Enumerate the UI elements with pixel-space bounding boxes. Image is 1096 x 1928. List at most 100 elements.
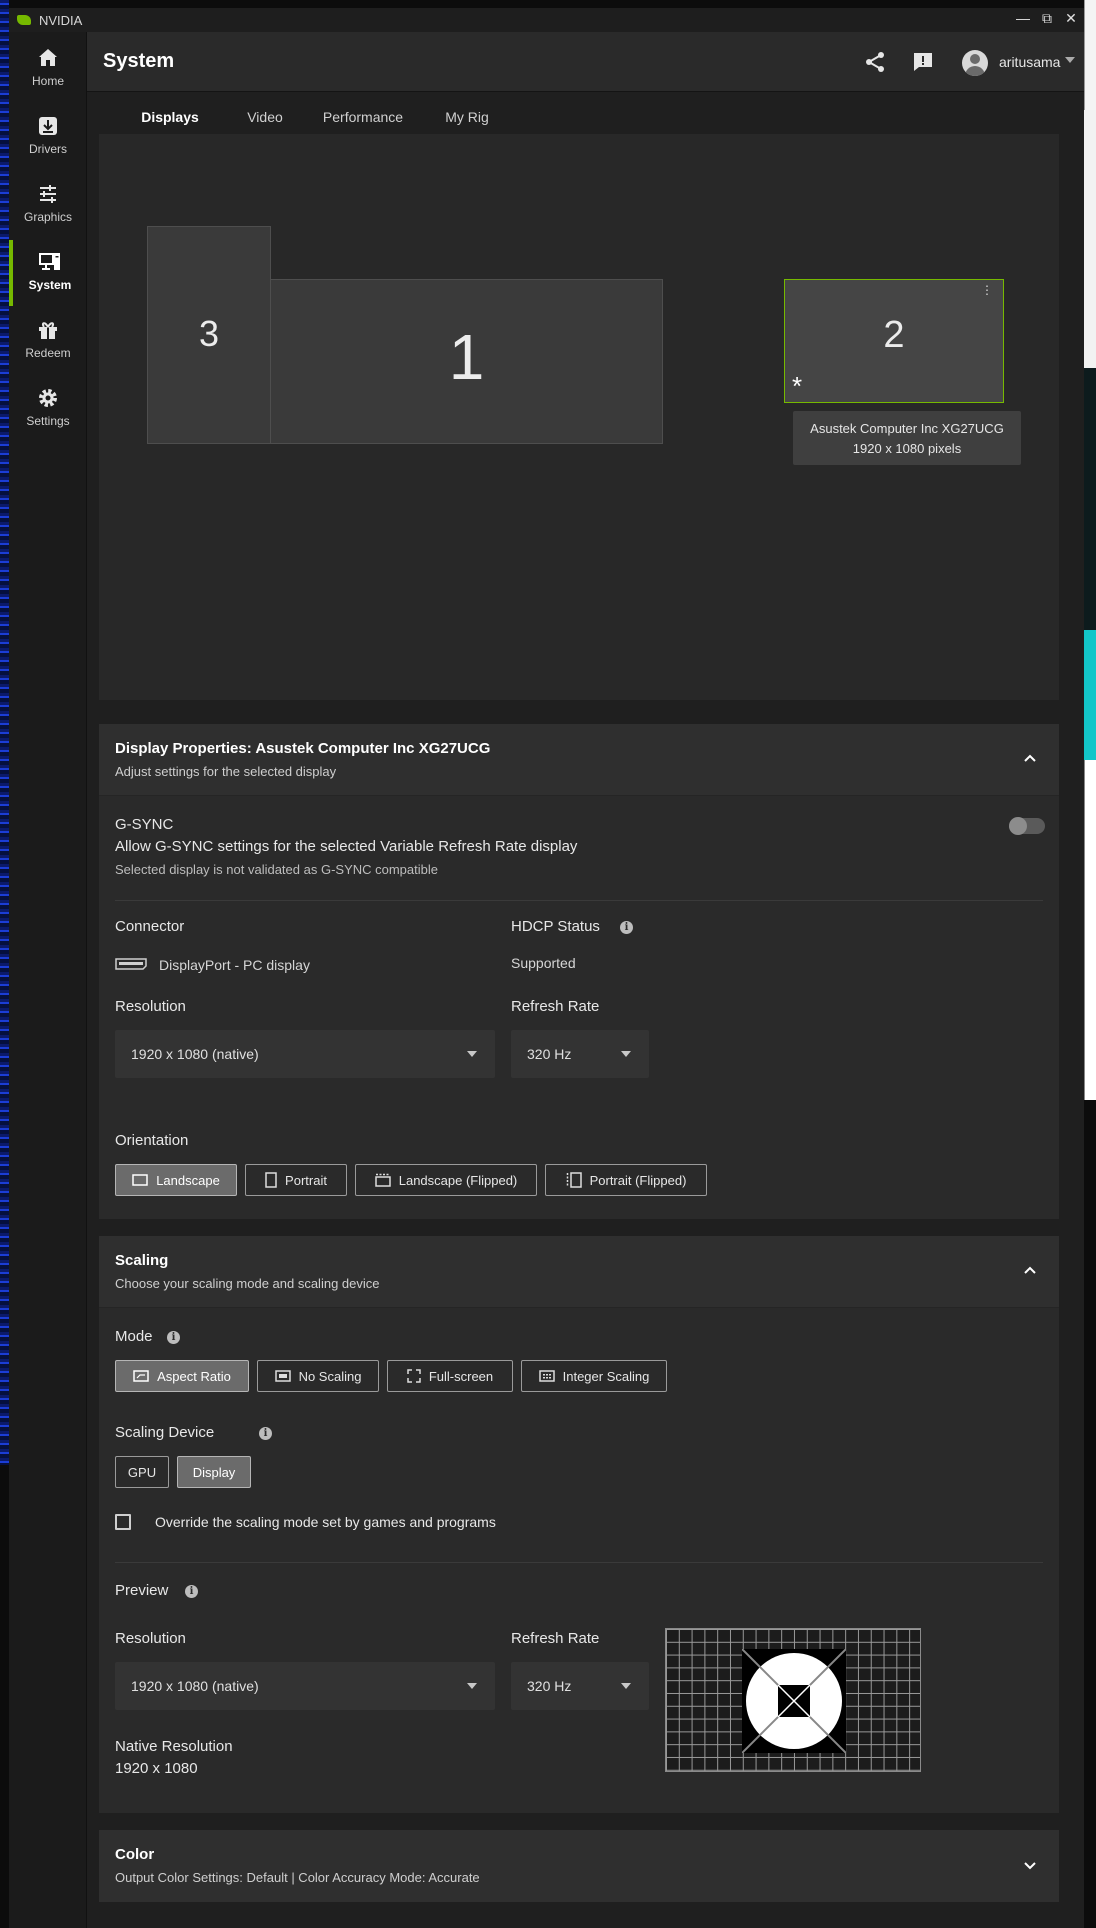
chevron-down-icon[interactable] [1023,1858,1037,1872]
sidebar-item-system[interactable]: System [9,240,87,306]
title-bar[interactable]: NVIDIA — ⧉ ✕ [9,8,1084,32]
scaling-section: Scaling Choose your scaling mode and sca… [99,1236,1059,1813]
monitor-number: 3 [198,313,220,354]
button-label: Full-screen [428,1368,494,1384]
refresh-rate-selected: 320 Hz [527,1046,572,1062]
refresh-rate-dropdown[interactable]: 320 Hz [511,1030,649,1078]
section-subtitle: Choose your scaling mode and scaling dev… [115,1276,380,1291]
mode-integer-scaling-button[interactable]: Integer Scaling [521,1360,667,1392]
resolution-selected: 1920 x 1080 (native) [131,1046,259,1062]
override-scaling-label[interactable]: Override the scaling mode set by games a… [155,1514,496,1530]
info-icon[interactable]: i [620,921,633,934]
button-label: Integer Scaling [562,1368,650,1384]
gear-icon [39,389,57,407]
sidebar-item-graphics[interactable]: Graphics [9,172,87,238]
preview-refresh-label: Refresh Rate [511,1630,600,1647]
username[interactable]: aritusama [999,54,1060,70]
sidebar-item-label: Drivers [29,142,67,156]
avatar[interactable] [962,50,988,76]
home-icon [39,49,57,66]
scaling-device-label: Scaling Device [115,1424,215,1441]
button-label: Portrait (Flipped) [589,1172,687,1188]
info-icon[interactable]: i [185,1585,198,1598]
hdcp-value: Supported [511,955,576,971]
connector-label: Connector [115,918,185,935]
mode-label: Mode [115,1328,153,1345]
preview-resolution-label: Resolution [115,1630,186,1647]
orientation-portrait-button[interactable]: Portrait [245,1164,347,1196]
monitor-3[interactable]: 3 [147,226,271,444]
preview-refresh-dropdown[interactable]: 320 Hz [511,1662,649,1710]
feedback-icon[interactable] [911,50,935,74]
orientation-portrait-flipped-button[interactable]: Portrait (Flipped) [545,1164,707,1196]
integer-scaling-icon [538,1370,555,1382]
orientation-landscape-button[interactable]: Landscape [115,1164,237,1196]
resolution-dropdown[interactable]: 1920 x 1080 (native) [115,1030,495,1078]
device-gpu-button[interactable]: GPU [115,1456,169,1488]
displayport-icon [115,958,147,970]
main-content: 3 1 2 ⋮ * Asustek Computer Inc XG27UCG 1… [87,134,1084,1920]
gsync-toggle[interactable] [1009,817,1045,835]
override-scaling-checkbox[interactable] [115,1514,131,1530]
section-title: Display Properties: Asustek Computer Inc… [115,740,491,757]
section-subtitle: Output Color Settings: Default | Color A… [115,1870,480,1885]
sidebar-item-label: System [28,278,72,292]
display-properties-header[interactable]: Display Properties: Asustek Computer Inc… [99,724,1059,796]
chevron-down-icon[interactable] [1065,57,1075,63]
desktop-background-right [1084,0,1096,1928]
page-header: System aritusama [87,32,1084,92]
mode-aspect-ratio-button[interactable]: Aspect Ratio [115,1360,249,1392]
sidebar-item-label: Settings [26,414,70,428]
connector-value: DisplayPort - PC display [159,957,310,973]
share-icon[interactable] [863,50,887,74]
restore-button[interactable]: ⧉ [1035,10,1059,27]
display-properties-section: Display Properties: Asustek Computer Inc… [99,724,1059,1219]
sidebar-item-settings[interactable]: Settings [9,376,87,442]
sidebar-item-home[interactable]: Home [9,36,87,102]
hdcp-label: HDCP Status [511,918,600,935]
mode-full-screen-button[interactable]: Full-screen [387,1360,513,1392]
monitor-2[interactable]: 2 ⋮ * [784,279,1004,403]
native-resolution-label: Native Resolution [115,1738,233,1755]
sidebar-item-label: Graphics [23,210,73,224]
more-options-icon[interactable]: ⋮ [981,284,993,296]
nvidia-app-window: NVIDIA — ⧉ ✕ Home Drivers Graphics Syste… [9,8,1084,1928]
button-label: Aspect Ratio [157,1368,231,1384]
monitor-1[interactable]: 1 [270,279,663,444]
landscape-flipped-icon [374,1173,391,1187]
close-button[interactable]: ✕ [1059,10,1083,27]
test-pattern-graphic [742,1649,846,1753]
sidebar-item-redeem[interactable]: Redeem [9,308,87,374]
gift-icon [39,322,57,339]
color-header[interactable]: Color Output Color Settings: Default | C… [99,1830,1059,1902]
orientation-landscape-flipped-button[interactable]: Landscape (Flipped) [355,1164,537,1196]
divider [115,1562,1043,1563]
preview-resolution-selected: 1920 x 1080 (native) [131,1678,259,1694]
monitor-number: 1 [448,321,485,393]
info-icon[interactable]: i [167,1331,180,1344]
sidebar-item-drivers[interactable]: Drivers [9,104,87,170]
no-scaling-icon [274,1370,291,1382]
info-icon[interactable]: i [259,1427,272,1440]
desktop-background-left [0,0,9,1465]
full-screen-icon [407,1369,421,1383]
orientation-label: Orientation [115,1132,189,1149]
display-arrangement-panel: 3 1 2 ⋮ * Asustek Computer Inc XG27UCG 1… [99,134,1059,700]
portrait-icon [265,1172,277,1188]
button-label: Landscape [156,1172,220,1188]
app-title: NVIDIA [39,12,83,28]
tooltip-display-name: Asustek Computer Inc XG27UCG [810,421,1004,436]
gsync-note: Selected display is not validated as G-S… [115,862,438,877]
resolution-label: Resolution [115,998,186,1015]
preview-label: Preview [115,1582,169,1599]
preview-resolution-dropdown[interactable]: 1920 x 1080 (native) [115,1662,495,1710]
mode-no-scaling-button[interactable]: No Scaling [257,1360,379,1392]
button-label: GPU [127,1464,157,1480]
button-label: Display [192,1464,236,1480]
chevron-up-icon[interactable] [1023,1264,1037,1278]
device-display-button[interactable]: Display [177,1456,251,1488]
minimize-button[interactable]: — [1011,10,1035,26]
scaling-header[interactable]: Scaling Choose your scaling mode and sca… [99,1236,1059,1308]
chevron-up-icon[interactable] [1023,752,1037,766]
portrait-flipped-icon [566,1172,582,1188]
